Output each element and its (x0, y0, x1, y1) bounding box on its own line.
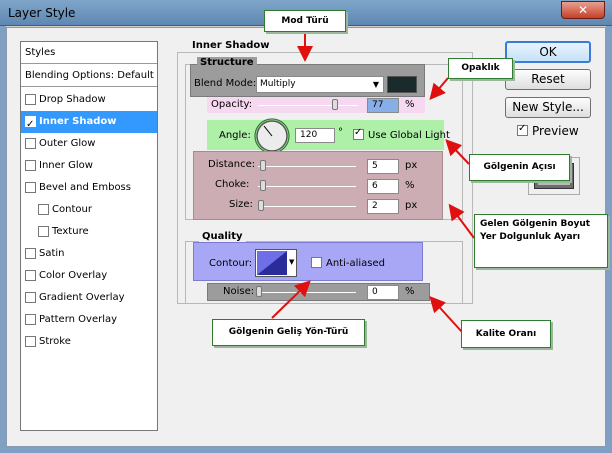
noise-label: Noise: (223, 286, 255, 297)
gradient-overlay-checkbox[interactable] (25, 292, 36, 303)
distance-label: Distance: (208, 159, 256, 170)
window-title: Layer Style (8, 6, 76, 20)
styles-header[interactable]: Styles (21, 42, 157, 64)
angle-label: Angle: (219, 130, 251, 141)
angle-unit: ° (338, 127, 343, 138)
anti-aliased-checkbox[interactable] (311, 257, 322, 268)
list-item-outer-glow[interactable]: Outer Glow (21, 133, 157, 155)
inner-shadow-checkbox[interactable] (25, 114, 36, 136)
contour-dropdown-icon[interactable]: ▼ (289, 258, 294, 266)
use-global-light-checkbox[interactable] (353, 127, 364, 140)
list-item-contour[interactable]: Contour (21, 199, 157, 221)
list-item-gradient-overlay[interactable]: Gradient Overlay (21, 287, 157, 309)
choke-slider-thumb[interactable] (260, 180, 266, 191)
list-item-label: Stroke (39, 336, 71, 347)
size-slider-thumb[interactable] (258, 200, 264, 211)
new-style-button[interactable]: New Style... (505, 97, 591, 118)
size-label: Size: (229, 199, 253, 210)
list-item-label: Gradient Overlay (39, 292, 125, 303)
close-icon: ✕ (577, 3, 589, 17)
ok-button[interactable]: OK (505, 41, 591, 63)
angle-dial[interactable] (254, 118, 290, 154)
list-item-label: Bevel and Emboss (39, 182, 131, 193)
list-item-label: Inner Glow (39, 160, 93, 171)
pattern-overlay-checkbox[interactable] (25, 314, 36, 325)
opacity-input[interactable]: 77 (367, 98, 399, 113)
structure-title: Structure (197, 57, 257, 68)
opacity-slider-thumb[interactable] (332, 99, 338, 110)
opacity-unit: % (405, 99, 415, 110)
list-item-bevel-emboss[interactable]: Bevel and Emboss (21, 177, 157, 199)
contour-picker[interactable]: ▼ (255, 249, 297, 277)
preview-checkbox[interactable] (517, 123, 528, 136)
list-item-texture[interactable]: Texture (21, 221, 157, 243)
noise-slider-track[interactable] (256, 292, 356, 293)
callout-quality: Kalite Oranı (461, 320, 551, 348)
blend-mode-value: Multiply (260, 79, 296, 89)
list-item-label: Pattern Overlay (39, 314, 118, 325)
size-slider-track[interactable] (258, 206, 356, 207)
distance-unit: px (405, 160, 418, 171)
list-item-stroke[interactable]: Stroke (21, 331, 157, 353)
list-item-label: Contour (52, 204, 92, 215)
size-input[interactable]: 2 (367, 199, 399, 214)
callout-size: Gelen Gölgenin Boyut Yer Dolgunluk Ayarı (474, 214, 608, 268)
close-button[interactable]: ✕ (561, 1, 605, 19)
callout-contour: Gölgenin Geliş Yön-Türü (212, 319, 365, 346)
opacity-slider-track[interactable] (258, 105, 358, 106)
callout-opacity: Opaklık (448, 58, 513, 79)
noise-slider-thumb[interactable] (256, 286, 262, 297)
anti-aliased-label: Anti-aliased (326, 258, 386, 269)
choke-label: Choke: (215, 179, 250, 190)
callout-angle: Gölgenin Açısı (469, 154, 570, 181)
reset-button[interactable]: Reset (505, 69, 591, 90)
opacity-label: Opacity: (211, 99, 253, 110)
chevron-down-icon: ▼ (372, 80, 379, 89)
bevel-emboss-checkbox[interactable] (25, 182, 36, 193)
choke-input[interactable]: 6 (367, 179, 399, 194)
list-item-label: Drop Shadow (39, 94, 106, 105)
quality-title: Quality (199, 231, 246, 242)
list-item-pattern-overlay[interactable]: Pattern Overlay (21, 309, 157, 331)
list-item-inner-glow[interactable]: Inner Glow (21, 155, 157, 177)
list-item-label: Satin (39, 248, 65, 259)
list-item-color-overlay[interactable]: Color Overlay (21, 265, 157, 287)
noise-input[interactable]: 0 (367, 285, 399, 300)
list-item-inner-shadow[interactable]: Inner Shadow (21, 111, 157, 136)
stroke-checkbox[interactable] (25, 336, 36, 347)
blending-options-item[interactable]: Blending Options: Default (21, 65, 157, 87)
contour-checkbox[interactable] (38, 204, 49, 215)
distance-input[interactable]: 5 (367, 159, 399, 174)
shadow-color-swatch[interactable] (387, 76, 417, 93)
drop-shadow-checkbox[interactable] (25, 94, 36, 105)
distance-slider-thumb[interactable] (260, 160, 266, 171)
blend-mode-label: Blend Mode: (194, 78, 257, 89)
distance-slider-track[interactable] (258, 166, 356, 167)
list-item-label: Texture (52, 226, 89, 237)
use-global-light-label: Use Global Light (368, 130, 450, 141)
list-item-label: Outer Glow (39, 138, 96, 149)
outer-glow-checkbox[interactable] (25, 138, 36, 149)
blend-mode-select[interactable]: Multiply ▼ (256, 76, 384, 93)
list-item-satin[interactable]: Satin (21, 243, 157, 265)
styles-list: Styles Blending Options: Default Drop Sh… (20, 41, 158, 431)
list-item-drop-shadow[interactable]: Drop Shadow (21, 89, 157, 111)
contour-label: Contour: (209, 258, 253, 269)
callout-mode: Mod Türü (264, 10, 346, 32)
window-frame-bottom (0, 447, 612, 453)
inner-shadow-title: Inner Shadow (189, 40, 273, 51)
preview-label: Preview (532, 124, 579, 138)
list-item-label: Color Overlay (39, 270, 108, 281)
noise-unit: % (405, 286, 415, 297)
color-overlay-checkbox[interactable] (25, 270, 36, 281)
satin-checkbox[interactable] (25, 248, 36, 259)
contour-preview-icon (257, 251, 287, 275)
angle-input[interactable]: 120 (295, 128, 335, 143)
list-item-label: Inner Shadow (39, 116, 117, 127)
inner-glow-checkbox[interactable] (25, 160, 36, 171)
size-unit: px (405, 200, 418, 211)
choke-slider-track[interactable] (258, 186, 356, 187)
texture-checkbox[interactable] (38, 226, 49, 237)
choke-unit: % (405, 180, 415, 191)
